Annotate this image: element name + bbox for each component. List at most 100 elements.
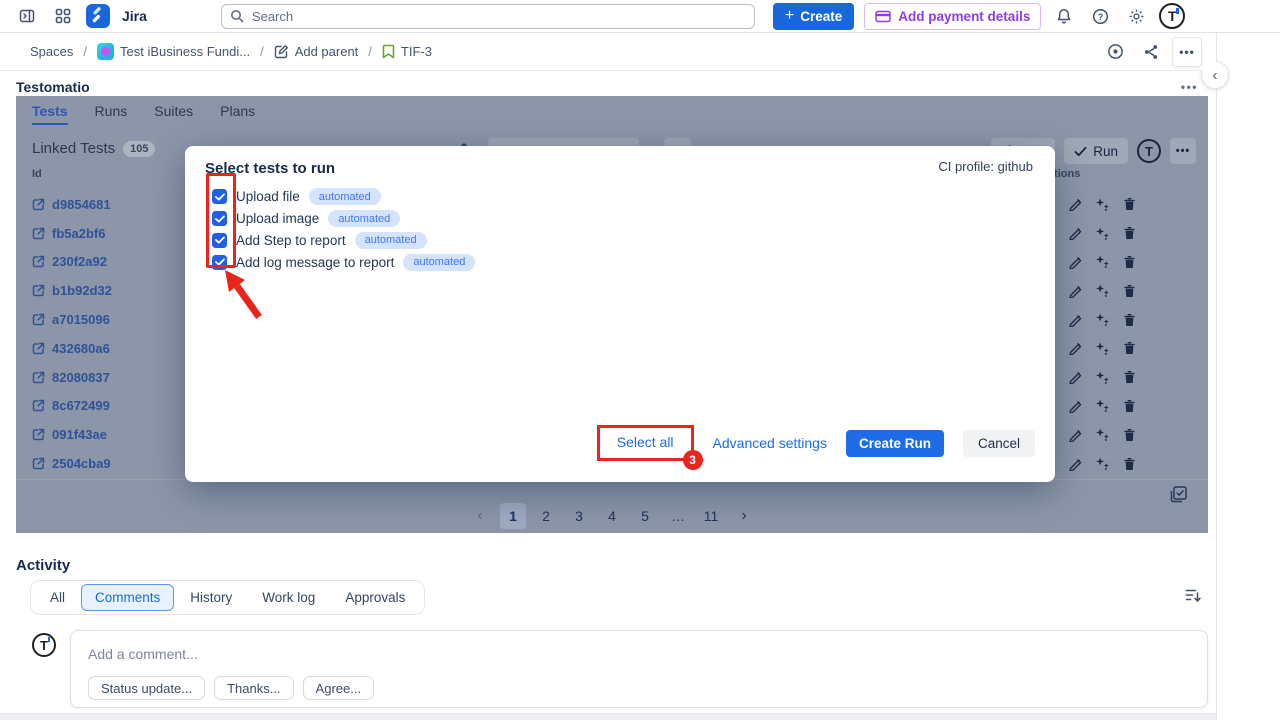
test-option-row[interactable]: Add Step to report automated	[205, 230, 1035, 252]
search-input[interactable]	[221, 4, 755, 29]
edit-pencil-icon[interactable]	[1068, 341, 1082, 355]
ai-sparkles-icon[interactable]	[1095, 283, 1110, 298]
test-id-link[interactable]: d9854681	[32, 197, 111, 212]
pagination-next-icon[interactable]: ›	[731, 503, 757, 529]
tab-suites[interactable]: Suites	[154, 103, 193, 125]
tab-plans[interactable]: Plans	[220, 103, 255, 125]
ai-sparkles-icon[interactable]	[1095, 398, 1110, 413]
delete-trash-icon[interactable]	[1123, 197, 1136, 211]
tab-work-log[interactable]: Work log	[248, 584, 329, 611]
checkbox-checked[interactable]	[212, 255, 227, 270]
jira-logo[interactable]	[86, 4, 110, 28]
add-payment-details-button[interactable]: Add payment details	[864, 3, 1041, 30]
pagination-page-5[interactable]: 5	[632, 503, 658, 529]
quick-reply-button[interactable]: Status update...	[88, 676, 205, 700]
sidebar-toggle-icon[interactable]	[14, 3, 40, 29]
delete-trash-icon[interactable]	[1123, 457, 1136, 471]
tab-tests[interactable]: Tests	[32, 103, 68, 125]
panel-more-icon[interactable]: •••	[1170, 138, 1196, 164]
ai-sparkles-icon[interactable]	[1095, 254, 1110, 269]
test-id-link[interactable]: a7015096	[32, 312, 110, 327]
delete-trash-icon[interactable]	[1123, 255, 1136, 269]
delete-trash-icon[interactable]	[1123, 226, 1136, 240]
pagination-page-3[interactable]: 3	[566, 503, 592, 529]
pagination-prev-icon[interactable]: ‹	[467, 503, 493, 529]
app-switcher-icon[interactable]	[50, 3, 76, 29]
activity-sort-icon[interactable]	[1185, 588, 1202, 603]
advanced-settings-link[interactable]: Advanced settings	[713, 435, 827, 451]
edit-pencil-icon[interactable]	[1068, 457, 1082, 471]
delete-trash-icon[interactable]	[1123, 341, 1136, 355]
delete-trash-icon[interactable]	[1123, 313, 1136, 327]
ai-sparkles-icon[interactable]	[1095, 341, 1110, 356]
pagination-page-1[interactable]: 1	[500, 503, 526, 529]
test-id-link[interactable]: 091f43ae	[32, 427, 107, 442]
pagination-page-11[interactable]: 11	[698, 503, 724, 529]
tab-all[interactable]: All	[36, 584, 79, 611]
user-avatar[interactable]: T	[1159, 3, 1185, 29]
delete-trash-icon[interactable]	[1123, 284, 1136, 298]
watch-eye-icon[interactable]	[1100, 37, 1130, 67]
checkbox-checked[interactable]	[212, 189, 227, 204]
checkbox-checked[interactable]	[212, 211, 227, 226]
edit-pencil-icon[interactable]	[1068, 313, 1082, 327]
share-icon[interactable]	[1136, 37, 1166, 67]
settings-gear-icon[interactable]	[1123, 3, 1149, 29]
breadcrumb-add-parent[interactable]: Add parent	[274, 44, 359, 59]
delete-trash-icon[interactable]	[1123, 370, 1136, 384]
comment-box[interactable]: Add a comment... Status update... Thanks…	[70, 630, 1208, 708]
notifications-bell-icon[interactable]	[1051, 3, 1077, 29]
tab-runs[interactable]: Runs	[95, 103, 128, 125]
cancel-button[interactable]: Cancel	[963, 430, 1035, 457]
test-id: 82080837	[52, 370, 110, 385]
comment-input[interactable]: Add a comment...	[88, 646, 1190, 662]
edit-pencil-icon[interactable]	[1068, 399, 1082, 413]
tab-comments[interactable]: Comments	[81, 584, 174, 611]
breadcrumb-spaces[interactable]: Spaces	[30, 44, 73, 59]
quick-reply-button[interactable]: Agree...	[303, 676, 375, 700]
test-option-row[interactable]: Upload image automated	[205, 208, 1035, 230]
create-run-button[interactable]: Create Run	[846, 430, 944, 457]
ai-sparkles-icon[interactable]	[1095, 312, 1110, 327]
tab-history[interactable]: History	[176, 584, 246, 611]
bulk-select-icon[interactable]	[1169, 485, 1188, 504]
pagination-page-4[interactable]: 4	[599, 503, 625, 529]
delete-trash-icon[interactable]	[1123, 428, 1136, 442]
test-option-row[interactable]: Add log message to report automated	[205, 251, 1035, 273]
select-all-link[interactable]: Select all	[617, 434, 674, 450]
test-option-row[interactable]: Upload file automated	[205, 186, 1035, 208]
ai-sparkles-icon[interactable]	[1095, 370, 1110, 385]
edit-pencil-icon[interactable]	[1068, 370, 1082, 384]
test-id-link[interactable]: fb5a2bf6	[32, 226, 105, 241]
breadcrumb-page[interactable]: TIF-3	[382, 44, 432, 59]
edit-pencil-icon[interactable]	[1068, 255, 1082, 269]
checkbox-checked[interactable]	[212, 233, 227, 248]
breadcrumb-space[interactable]: Test iBusiness Fundi...	[97, 43, 250, 60]
breadcrumb-separator: /	[260, 44, 264, 59]
edit-pencil-icon[interactable]	[1068, 226, 1082, 240]
create-button[interactable]: + Create	[773, 3, 854, 30]
edit-pencil-icon[interactable]	[1068, 284, 1082, 298]
more-options-icon[interactable]: •••	[1172, 37, 1202, 67]
test-id-link[interactable]: b1b92d32	[32, 283, 112, 298]
quick-reply-button[interactable]: Thanks...	[214, 676, 293, 700]
test-id-link[interactable]: 230f2a92	[32, 254, 107, 269]
ai-sparkles-icon[interactable]	[1095, 197, 1110, 212]
bottom-scrollbar-track[interactable]	[0, 713, 1280, 720]
help-icon[interactable]: ?	[1087, 3, 1113, 29]
delete-trash-icon[interactable]	[1123, 399, 1136, 413]
ai-sparkles-icon[interactable]	[1095, 226, 1110, 241]
tab-approvals[interactable]: Approvals	[331, 584, 419, 611]
ai-sparkles-icon[interactable]	[1095, 427, 1110, 442]
edit-pencil-icon[interactable]	[1068, 428, 1082, 442]
run-button[interactable]: Run	[1064, 138, 1128, 164]
edit-pencil-icon[interactable]	[1068, 197, 1082, 211]
ai-sparkles-icon[interactable]	[1095, 456, 1110, 471]
pagination-page-2[interactable]: 2	[533, 503, 559, 529]
test-id-link[interactable]: 82080837	[32, 370, 110, 385]
section-more-icon[interactable]: •••	[1181, 80, 1198, 94]
test-id-link[interactable]: 8c672499	[32, 398, 110, 413]
test-id-link[interactable]: 432680a6	[32, 341, 110, 356]
test-id-link[interactable]: 2504cba9	[32, 456, 111, 471]
testomatio-logo[interactable]: T	[1137, 139, 1161, 163]
